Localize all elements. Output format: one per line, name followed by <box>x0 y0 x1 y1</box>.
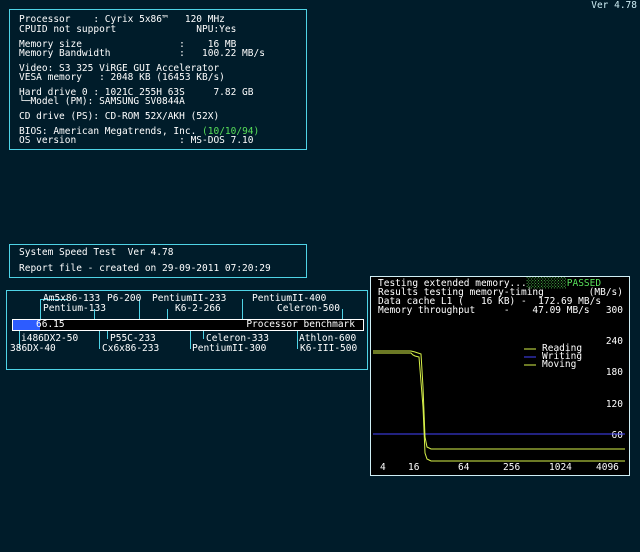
connector <box>99 331 100 349</box>
connector <box>342 309 343 319</box>
legend-moving: Moving <box>542 359 577 370</box>
benchmark-value: 66.15 <box>36 319 65 330</box>
cpu-label-cx6x86-233: Cx6x86-233 <box>102 343 160 354</box>
cpu-label-pentium-133: Pentium-133 <box>43 303 106 314</box>
processor-benchmark-bar: 66.15 Processor benchmark <box>12 319 364 331</box>
connector <box>242 299 243 319</box>
x-tick-1024: 1024 <box>549 462 572 473</box>
cpu-label-k6-iii-500: K6-III-500 <box>300 343 358 354</box>
os-version-line: OS version : MS-DOS 7.10 <box>19 135 254 146</box>
cpu-label-p6-200: P6-200 <box>107 293 142 304</box>
x-tick-64: 64 <box>458 462 470 473</box>
connector <box>107 331 108 339</box>
connector <box>297 331 298 349</box>
report-file-line: Report file - created on 29-09-2011 07:2… <box>19 263 271 274</box>
connector <box>203 331 204 339</box>
cpu-label-k6-2-266: K6-2-266 <box>175 303 221 314</box>
memory-bandwidth-line: Memory Bandwidth : 100.22 MB/s <box>19 48 265 59</box>
vesa-memory-line: VESA memory : 2048 KB (16453 KB/s) <box>19 72 225 83</box>
x-tick-256: 256 <box>503 462 521 473</box>
version-label: Ver 4.78 <box>591 0 637 11</box>
memory-timing-chart: Testing extended memory...░░░░░░░PASSED … <box>370 276 630 476</box>
speed-test-title: System Speed Test Ver 4.78 <box>19 247 174 258</box>
benchmark-panel: Am5x86-133 P6-200 PentiumII-233 PentiumI… <box>6 290 368 370</box>
hard-drive-model-line: └─Model (PM): SAMSUNG SV0844A <box>19 96 185 107</box>
series-moving <box>373 352 625 462</box>
cd-drive-line: CD drive (PS): CD-ROM 52X/AKH (52X) <box>19 111 220 122</box>
benchmark-label: Processor benchmark <box>246 319 355 330</box>
connector <box>167 309 168 319</box>
cpu-label-pentiumii-300: PentiumII-300 <box>192 343 267 354</box>
cpu-label-celeron-500: Celeron-500 <box>277 303 340 314</box>
memory-chart-plot <box>373 348 625 462</box>
cpu-label-386dx-40: 386DX-40 <box>10 343 56 354</box>
x-tick-4: 4 <box>380 462 386 473</box>
system-info-panel: Processor : Cyrix 5x86™ 120 MHz CPUID no… <box>9 9 307 150</box>
speed-test-panel: System Speed Test Ver 4.78 Report file -… <box>9 244 307 278</box>
connector <box>40 299 41 319</box>
cpuid-line: CPUID not support NPU:Yes <box>19 24 237 35</box>
x-tick-16: 16 <box>408 462 420 473</box>
connector <box>190 331 191 349</box>
x-tick-4096: 4096 <box>596 462 619 473</box>
